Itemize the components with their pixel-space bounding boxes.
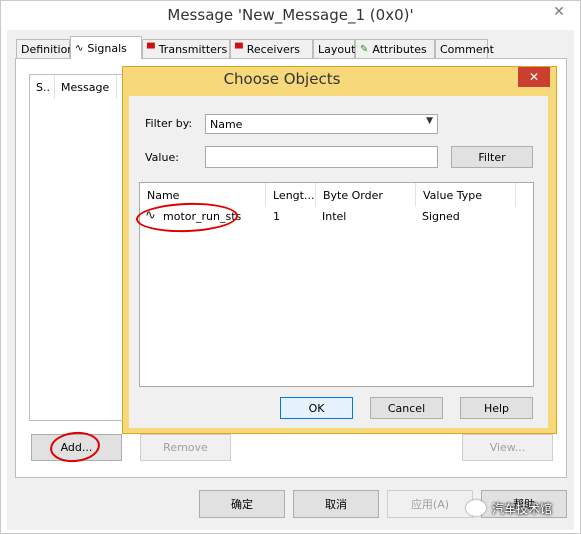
tab-receivers[interactable]: ▀ Receivers — [230, 39, 313, 58]
signal-wave-icon: ∿ — [75, 42, 84, 54]
wechat-logo-icon — [466, 500, 486, 516]
filter-button[interactable]: Filter — [451, 146, 533, 168]
value-label: Value: — [145, 151, 179, 164]
column-header-name[interactable]: Name — [140, 183, 266, 207]
window-title: Message 'New_Message_1 (0x0)' — [167, 6, 414, 24]
tab-attributes[interactable]: ✎ Attributes — [355, 39, 435, 58]
chevron-down-icon: ▼ — [426, 116, 433, 126]
tab-signals[interactable]: ∿ Signals — [70, 36, 142, 59]
value-input[interactable] — [205, 146, 438, 168]
pin-icon: ▀ — [147, 43, 155, 55]
watermark: 汽车技术馆 — [466, 496, 572, 520]
close-icon[interactable]: ✕ — [545, 2, 573, 22]
column-header-value-type[interactable]: Value Type — [416, 183, 516, 207]
column-header[interactable]: S.. — [30, 75, 55, 99]
edit-pencil-icon: ✎ — [360, 43, 369, 55]
cancel-button[interactable]: 取消 — [293, 490, 379, 518]
filter-by-label: Filter by: — [145, 117, 193, 130]
column-header-length[interactable]: Lengt... — [266, 183, 316, 207]
row-length: 1 — [273, 210, 280, 223]
dialog-help-button[interactable]: Help — [460, 397, 533, 419]
tab-transmitters[interactable]: ▀ Transmitters — [142, 39, 230, 58]
remove-button[interactable]: Remove — [140, 434, 231, 461]
signals-list[interactable]: S.. Message M — [29, 74, 137, 421]
pin-icon: ▀ — [235, 43, 243, 55]
row-name: motor_run_sts — [163, 210, 242, 223]
signal-wave-icon: ∿ — [145, 208, 156, 223]
row-byte-order: Intel — [322, 210, 347, 223]
dialog-ok-button[interactable]: OK — [280, 397, 353, 419]
view-button[interactable]: View... — [462, 434, 553, 461]
column-header-byte-order[interactable]: Byte Order — [316, 183, 416, 207]
column-header[interactable]: Message — [55, 75, 117, 99]
dialog-cancel-button[interactable]: Cancel — [370, 397, 443, 419]
add-button[interactable]: Add... — [31, 434, 122, 461]
ok-button[interactable]: 确定 — [199, 490, 285, 518]
tab-definition[interactable]: Definition — [16, 39, 74, 58]
apply-button[interactable]: 应用(A) — [387, 490, 473, 518]
tab-comment[interactable]: Comment — [435, 39, 494, 58]
filter-by-select[interactable]: Name ▼ — [205, 114, 438, 134]
tab-layout[interactable]: Layout — [313, 39, 355, 58]
close-icon[interactable]: ✕ — [518, 67, 550, 87]
dialog-title: Choose Objects — [223, 70, 341, 88]
row-value-type: Signed — [422, 210, 460, 223]
